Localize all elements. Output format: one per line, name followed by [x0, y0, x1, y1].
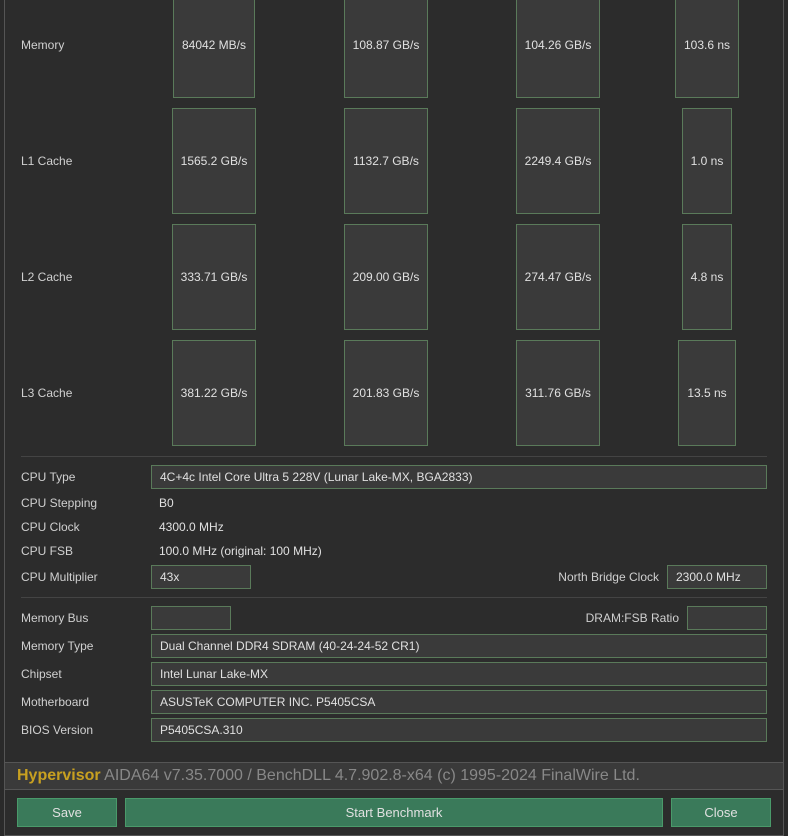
- l1-row-label: L1 Cache: [21, 154, 72, 168]
- memory-type-row: Memory Type Dual Channel DDR4 SDRAM (40-…: [21, 634, 767, 658]
- motherboard-row: Motherboard ASUSTeK COMPUTER INC. P5405C…: [21, 690, 767, 714]
- dram-fsb-label: DRAM:FSB Ratio: [586, 611, 679, 625]
- divider-2: [21, 597, 767, 598]
- l3-row-label: L3 Cache: [21, 386, 72, 400]
- memory-type-value: Dual Channel DDR4 SDRAM (40-24-24-52 CR1…: [151, 634, 767, 658]
- memory-write-value: 108.87 GB/s: [344, 0, 429, 98]
- cpu-stepping-row: CPU Stepping B0: [21, 493, 767, 513]
- l1-write-value: 1132.7 GB/s: [344, 108, 428, 214]
- memory-bench-row: Memory 84042 MB/s 108.87 GB/s 104.26 GB/…: [21, 0, 767, 98]
- l3-read-value: 381.22 GB/s: [172, 340, 257, 446]
- hypervisor-label: Hypervisor: [17, 767, 101, 784]
- cpu-type-label: CPU Type: [21, 470, 151, 484]
- cpu-fsb-label: CPU FSB: [21, 544, 151, 558]
- cpu-clock-value: 4300.0 MHz: [151, 517, 232, 537]
- nb-clock-value: 2300.0 MHz: [667, 565, 767, 589]
- main-window: AIDA64 Cache & Memory Benchmark — ✕ Read…: [4, 0, 784, 836]
- l3-latency-value: 13.5 ns: [678, 340, 735, 446]
- bios-label: BIOS Version: [21, 723, 151, 737]
- l2-read-value: 333.71 GB/s: [172, 224, 257, 330]
- memory-row-label: Memory: [21, 38, 64, 52]
- motherboard-value: ASUSTeK COMPUTER INC. P5405CSA: [151, 690, 767, 714]
- cpu-multiplier-row: CPU Multiplier 43x North Bridge Clock 23…: [21, 565, 767, 589]
- cpu-fsb-row: CPU FSB 100.0 MHz (original: 100 MHz): [21, 541, 767, 561]
- motherboard-label: Motherboard: [21, 695, 151, 709]
- chipset-label: Chipset: [21, 667, 151, 681]
- cpu-type-value: 4C+4c Intel Core Ultra 5 228V (Lunar Lak…: [151, 465, 767, 489]
- memory-bus-value: [151, 606, 231, 630]
- cpu-clock-row: CPU Clock 4300.0 MHz: [21, 517, 767, 537]
- memory-read-value: 84042 MB/s: [173, 0, 255, 98]
- memory-type-label: Memory Type: [21, 639, 151, 653]
- multiplier-left: CPU Multiplier 43x: [21, 565, 394, 589]
- memory-bus-row: Memory Bus DRAM:FSB Ratio: [21, 606, 767, 630]
- memory-bus-right: DRAM:FSB Ratio: [394, 606, 767, 630]
- chipset-value: Intel Lunar Lake-MX: [151, 662, 767, 686]
- bench-rows: Memory 84042 MB/s 108.87 GB/s 104.26 GB/…: [21, 0, 767, 446]
- footer-bar: Hypervisor AIDA64 v7.35.7000 / BenchDLL …: [5, 762, 783, 790]
- memory-bus-label: Memory Bus: [21, 611, 151, 625]
- l2-copy-value: 274.47 GB/s: [516, 224, 601, 330]
- l1-copy-value: 2249.4 GB/s: [516, 108, 601, 214]
- bios-value: P5405CSA.310: [151, 718, 767, 742]
- cpu-stepping-label: CPU Stepping: [21, 496, 151, 510]
- save-button[interactable]: Save: [17, 798, 117, 827]
- start-benchmark-button[interactable]: Start Benchmark: [125, 798, 663, 827]
- footer-info-text: AIDA64 v7.35.7000 / BenchDLL 4.7.902.8-x…: [104, 767, 640, 784]
- memory-bus-left: Memory Bus: [21, 606, 394, 630]
- content-area: Read i Write i Copy i: [5, 0, 783, 762]
- chipset-row: Chipset Intel Lunar Lake-MX: [21, 662, 767, 686]
- cpu-type-row: CPU Type 4C+4c Intel Core Ultra 5 228V (…: [21, 465, 767, 489]
- memory-info-section: Memory Bus DRAM:FSB Ratio Memory Type Du…: [21, 606, 767, 742]
- cpu-stepping-value: B0: [151, 493, 182, 513]
- cpu-fsb-value: 100.0 MHz (original: 100 MHz): [151, 541, 330, 561]
- l2-bench-row: L2 Cache 333.71 GB/s 209.00 GB/s 274.47 …: [21, 224, 767, 330]
- bios-row: BIOS Version P5405CSA.310: [21, 718, 767, 742]
- l2-latency-value: 4.8 ns: [682, 224, 733, 330]
- nb-clock-label: North Bridge Clock: [558, 570, 659, 584]
- l2-row-label: L2 Cache: [21, 270, 72, 284]
- button-bar: Save Start Benchmark Close: [5, 790, 783, 835]
- cpu-multiplier-label: CPU Multiplier: [21, 570, 151, 584]
- l3-bench-row: L3 Cache 381.22 GB/s 201.83 GB/s 311.76 …: [21, 340, 767, 446]
- l1-latency-value: 1.0 ns: [682, 108, 733, 214]
- multiplier-right: North Bridge Clock 2300.0 MHz: [394, 565, 767, 589]
- memory-copy-value: 104.26 GB/s: [516, 0, 601, 98]
- l2-write-value: 209.00 GB/s: [344, 224, 429, 330]
- dram-fsb-value: [687, 606, 767, 630]
- l1-bench-row: L1 Cache 1565.2 GB/s 1132.7 GB/s 2249.4 …: [21, 108, 767, 214]
- memory-latency-value: 103.6 ns: [675, 0, 739, 98]
- l3-copy-value: 311.76 GB/s: [516, 340, 600, 446]
- l3-write-value: 201.83 GB/s: [344, 340, 429, 446]
- close-window-button[interactable]: Close: [671, 798, 771, 827]
- cpu-multiplier-value: 43x: [151, 565, 251, 589]
- l1-read-value: 1565.2 GB/s: [172, 108, 257, 214]
- cpu-info-section: CPU Type 4C+4c Intel Core Ultra 5 228V (…: [21, 465, 767, 589]
- divider-1: [21, 456, 767, 457]
- cpu-clock-label: CPU Clock: [21, 520, 151, 534]
